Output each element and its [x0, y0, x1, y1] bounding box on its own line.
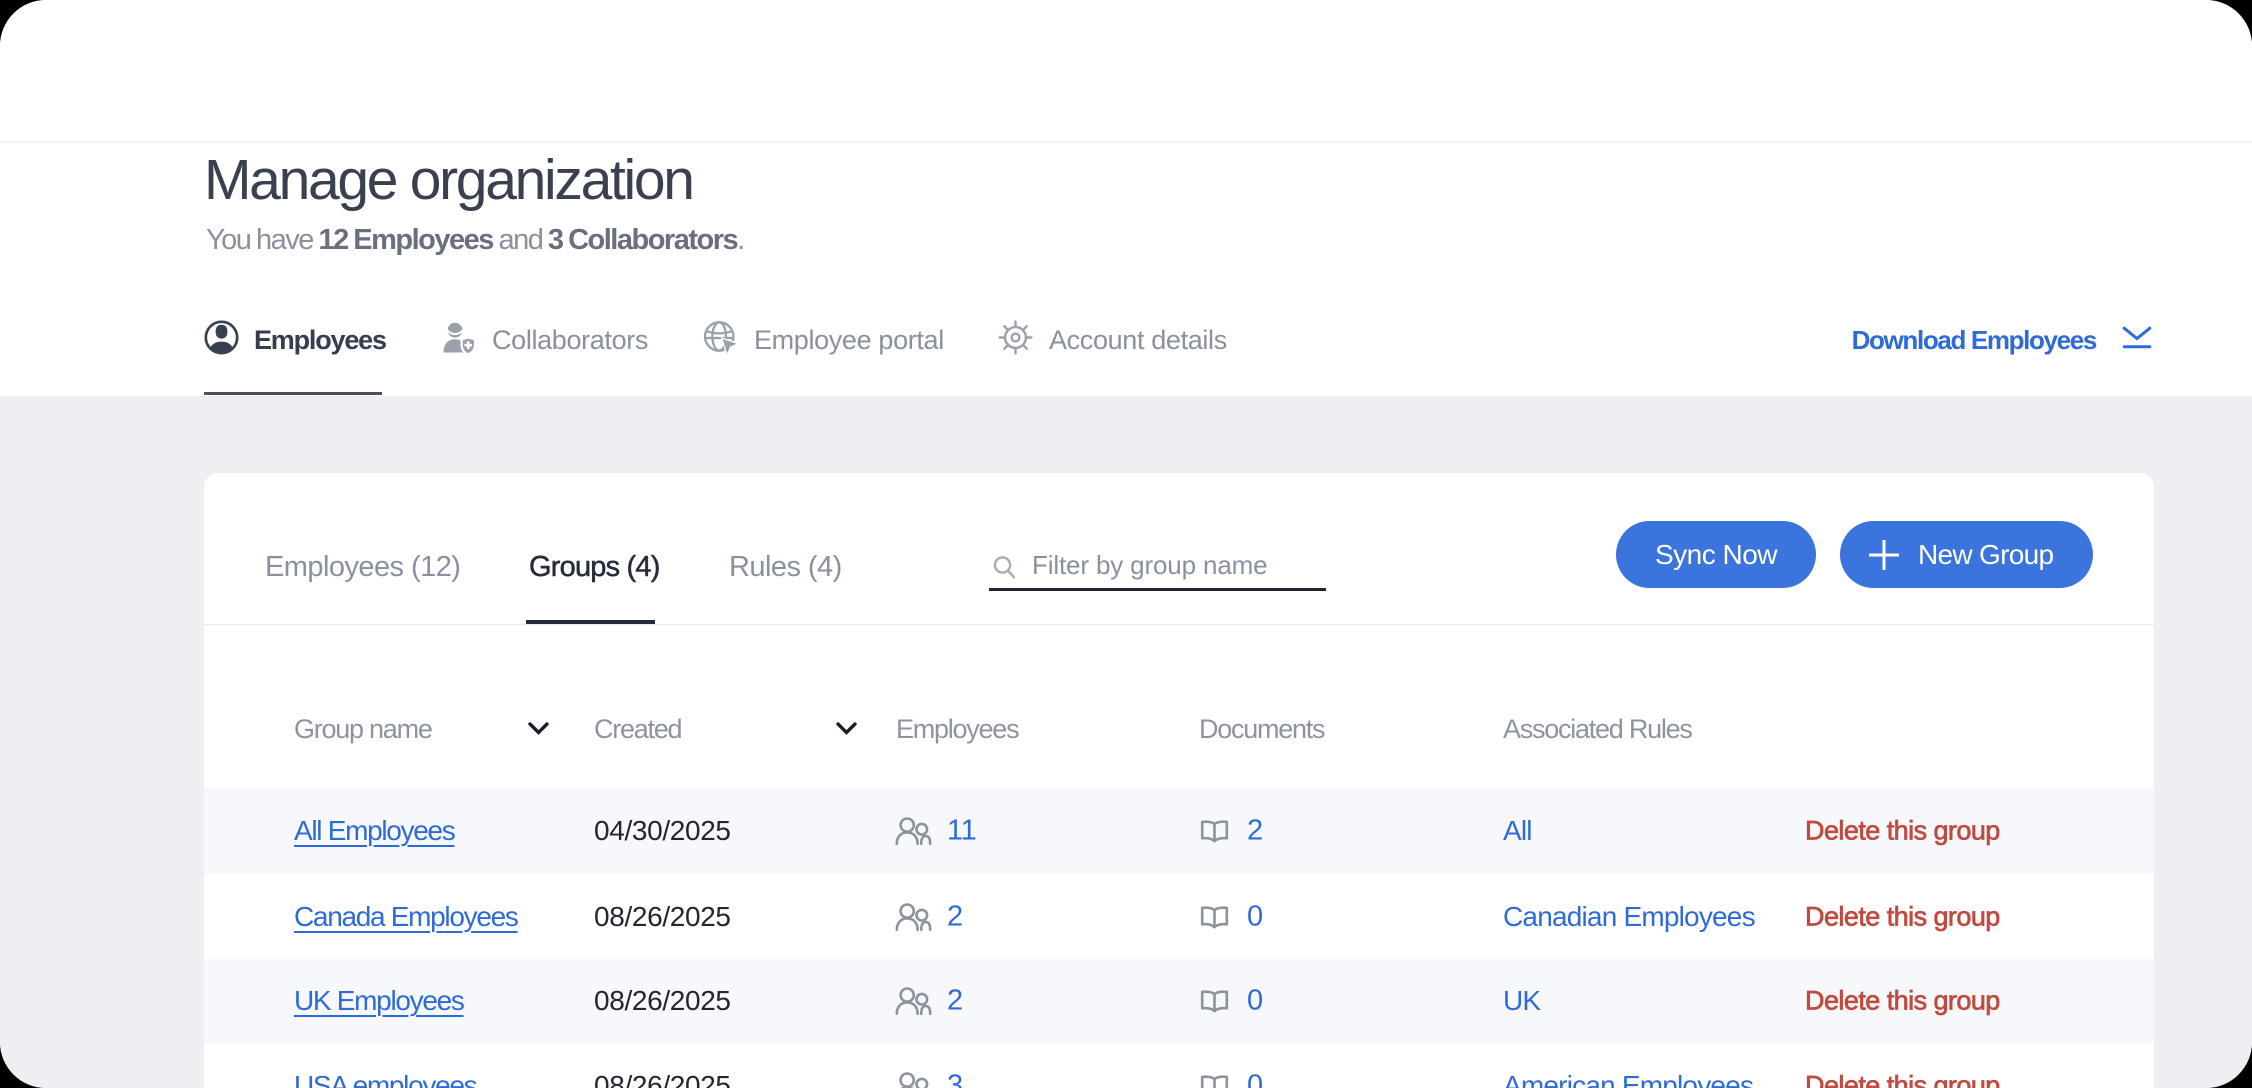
- people-icon: [895, 816, 932, 845]
- new-group-button[interactable]: New Group: [1840, 521, 2093, 588]
- user-circle-icon: [204, 320, 239, 360]
- created-date: 08/26/2025: [594, 901, 731, 933]
- col-group-name: Group name: [294, 714, 432, 745]
- group-name-link[interactable]: All Employees: [294, 815, 455, 847]
- sync-now-button[interactable]: Sync Now: [1616, 521, 1816, 588]
- tab-label: Employees: [254, 325, 386, 356]
- book-icon: [1198, 902, 1231, 931]
- tab-collaborators[interactable]: Collaborators: [441, 304, 648, 376]
- documents-cell: 0: [1198, 900, 1263, 933]
- people-icon: [895, 1071, 932, 1088]
- delete-group-button[interactable]: Delete this group: [1805, 901, 2000, 932]
- employee-count-value[interactable]: 2: [947, 985, 963, 1018]
- table-row: USA employees 08/26/2025 3: [204, 1043, 2154, 1088]
- associated-rule-link[interactable]: All: [1503, 815, 1532, 847]
- active-tab-underline: [204, 392, 382, 395]
- helm-icon: [998, 320, 1033, 360]
- employees-cell: 2: [895, 900, 963, 933]
- tab-account-details[interactable]: Account details: [998, 304, 1227, 376]
- group-name-link[interactable]: Canada Employees: [294, 901, 518, 933]
- collaborator-shield-icon: [441, 320, 476, 361]
- document-count-value[interactable]: 0: [1247, 1069, 1263, 1088]
- download-employees-button[interactable]: Download Employees: [1852, 304, 2152, 376]
- employee-count-value[interactable]: 11: [947, 814, 976, 847]
- delete-group-button[interactable]: Delete this group: [1805, 986, 2000, 1017]
- book-icon: [1198, 987, 1231, 1016]
- group-name-link[interactable]: USA employees: [294, 1070, 476, 1088]
- download-chevron-icon: [2122, 326, 2152, 354]
- sort-group-name-icon[interactable]: [527, 721, 550, 741]
- new-group-label: New Group: [1918, 539, 2053, 571]
- documents-cell: 0: [1198, 985, 1263, 1018]
- created-date: 04/30/2025: [594, 815, 731, 847]
- employees-cell: 2: [895, 985, 963, 1018]
- associated-rule-link[interactable]: UK: [1503, 985, 1540, 1017]
- created-date: 08/26/2025: [594, 985, 731, 1017]
- col-employees: Employees: [896, 714, 1018, 745]
- table-row: All Employees 04/30/2025 11: [204, 787, 2154, 874]
- employees-cell: 3: [895, 1069, 963, 1088]
- documents-cell: 0: [1198, 1069, 1263, 1088]
- col-associated-rules: Associated Rules: [1503, 714, 1692, 745]
- top-bar: [0, 0, 2252, 143]
- card-tab-rules[interactable]: Rules (4): [729, 551, 842, 584]
- employee-count-value[interactable]: 3: [947, 1069, 963, 1088]
- tab-employees[interactable]: Employees: [204, 304, 386, 376]
- tab-label: Employee portal: [754, 325, 944, 356]
- tab-label: Account details: [1049, 325, 1227, 356]
- sort-created-icon[interactable]: [835, 721, 858, 741]
- delete-group-button[interactable]: Delete this group: [1805, 1070, 2000, 1088]
- filter-field: [989, 533, 1326, 591]
- associated-rule-link[interactable]: American Employees: [1503, 1070, 1753, 1088]
- people-icon: [895, 902, 932, 931]
- card-tab-groups[interactable]: Groups (4): [529, 551, 660, 584]
- download-label: Download Employees: [1852, 325, 2096, 356]
- screen: Manage organization You have 12 Employee…: [0, 0, 2252, 1088]
- document-count-value[interactable]: 2: [1247, 814, 1263, 847]
- col-documents: Documents: [1199, 714, 1324, 745]
- card-tab-employees[interactable]: Employees (12): [265, 551, 460, 584]
- table-row: UK Employees 08/26/2025 2: [204, 959, 2154, 1043]
- employees-cell: 11: [895, 814, 976, 847]
- tab-employee-portal[interactable]: Employee portal: [703, 304, 944, 376]
- people-icon: [895, 987, 932, 1016]
- globe-cursor-icon: [703, 320, 738, 360]
- documents-cell: 2: [1198, 814, 1263, 847]
- filter-input[interactable]: [989, 533, 1326, 591]
- search-icon: [992, 555, 1018, 587]
- subtitle-period: .: [737, 224, 744, 256]
- subtitle-prefix: You have: [206, 224, 318, 256]
- created-date: 08/26/2025: [594, 1070, 731, 1088]
- app-window: Manage organization You have 12 Employee…: [0, 0, 2252, 1088]
- employee-count: 12 Employees: [318, 224, 492, 256]
- book-icon: [1198, 816, 1231, 845]
- plus-icon: [1867, 538, 1901, 572]
- associated-rule-link[interactable]: Canadian Employees: [1503, 901, 1755, 933]
- tab-label: Collaborators: [492, 325, 648, 356]
- col-created: Created: [594, 714, 681, 745]
- subtitle-and: and: [493, 224, 548, 256]
- delete-group-button[interactable]: Delete this group: [1805, 815, 2000, 846]
- group-name-link[interactable]: UK Employees: [294, 985, 464, 1017]
- card-divider: [204, 624, 2154, 625]
- document-count-value[interactable]: 0: [1247, 900, 1263, 933]
- employee-count-value[interactable]: 2: [947, 900, 963, 933]
- table-row: Canada Employees 08/26/2025 2: [204, 874, 2154, 959]
- page-subtitle: You have 12 Employees and 3 Collaborator…: [206, 224, 744, 257]
- collaborator-count: 3 Collaborators: [548, 224, 737, 256]
- page-title: Manage organization: [204, 148, 693, 212]
- document-count-value[interactable]: 0: [1247, 985, 1263, 1018]
- book-icon: [1198, 1071, 1231, 1088]
